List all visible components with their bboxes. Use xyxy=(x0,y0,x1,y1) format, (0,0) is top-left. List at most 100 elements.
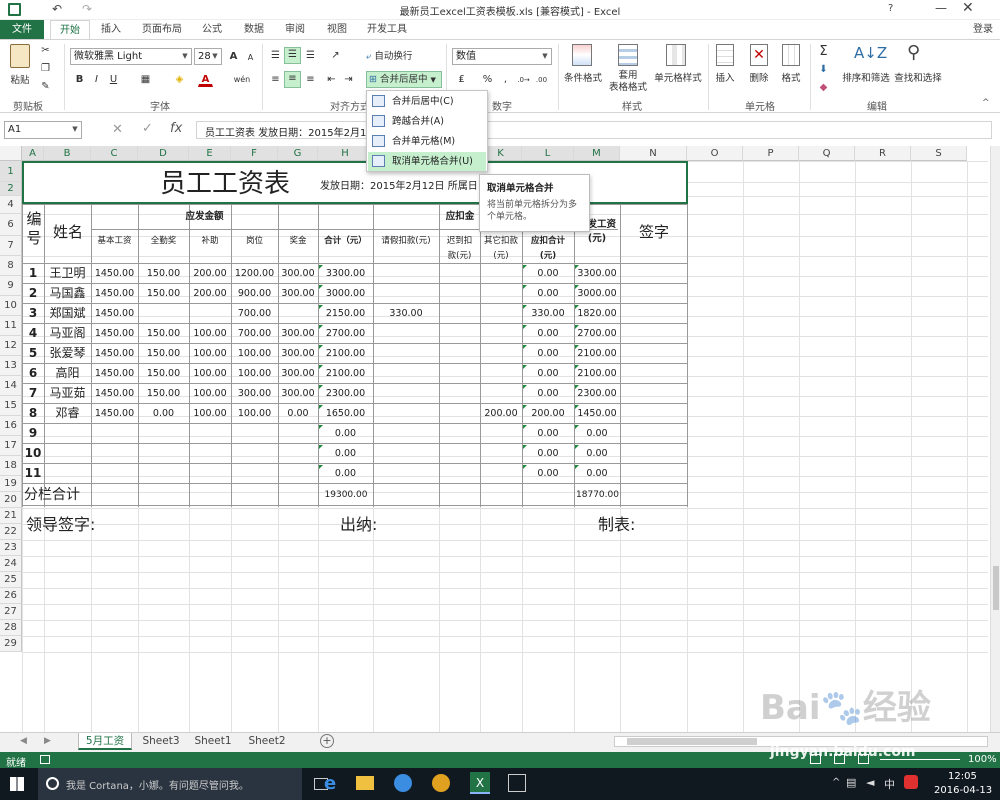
data-cell[interactable] xyxy=(481,424,521,443)
data-cell[interactable] xyxy=(440,344,479,363)
menu-item-merge-center[interactable]: 合并后居中(C) xyxy=(368,92,486,111)
data-cell[interactable] xyxy=(139,304,188,323)
column-header-E[interactable]: E xyxy=(189,146,231,161)
data-cell[interactable]: 330.00 xyxy=(523,304,573,323)
row-number[interactable]: 10 xyxy=(23,444,43,463)
data-cell[interactable]: 700.00 xyxy=(232,304,277,323)
total-label[interactable]: 分栏合计 xyxy=(24,486,94,505)
column-header-N[interactable]: N xyxy=(620,146,687,161)
tab-page-layout[interactable]: 页面布局 xyxy=(135,20,189,39)
sub-header[interactable]: 应扣合计 (元) xyxy=(523,230,573,262)
data-cell[interactable] xyxy=(374,404,438,423)
data-cell[interactable] xyxy=(232,444,277,463)
clock-date[interactable]: 2016-04-13 xyxy=(934,785,992,796)
sheet-tab[interactable]: Sheet2 xyxy=(244,735,290,747)
worksheet-grid[interactable]: ABCDEFGHIJKLMNOPQRS 12467891011121314151… xyxy=(0,146,990,732)
row-header-26[interactable]: 26 xyxy=(0,588,22,604)
data-cell[interactable]: 1450.00 xyxy=(575,404,619,423)
data-cell[interactable] xyxy=(190,444,230,463)
fill-icon[interactable]: ⬇ xyxy=(816,62,831,77)
data-cell[interactable] xyxy=(374,424,438,443)
orientation-icon[interactable]: ↗ xyxy=(328,48,343,63)
row-header-19[interactable]: 19 xyxy=(0,476,22,492)
sub-header[interactable]: 合计（元） xyxy=(319,230,372,262)
row-number[interactable]: 7 xyxy=(23,384,43,403)
data-cell[interactable]: 150.00 xyxy=(139,324,188,343)
tab-file[interactable]: 文件 xyxy=(0,20,44,39)
sub-header[interactable]: 补助 xyxy=(190,230,230,262)
data-cell[interactable]: 2100.00 xyxy=(575,344,619,363)
cut-icon[interactable]: ✂ xyxy=(38,43,53,58)
row-header-2[interactable]: 2 xyxy=(0,182,22,196)
column-header-M[interactable]: M xyxy=(574,146,620,161)
sheet-tab-active[interactable]: 5月工资 xyxy=(78,733,132,750)
tab-insert[interactable]: 插入 xyxy=(94,20,128,39)
menu-item-unmerge-cells[interactable]: 取消单元格合并(U) xyxy=(368,152,486,171)
row-number[interactable]: 6 xyxy=(23,364,43,383)
row-number[interactable]: 9 xyxy=(23,424,43,443)
sheet-tab[interactable]: Sheet3 xyxy=(138,735,184,747)
file-explorer-icon[interactable] xyxy=(356,776,374,790)
font-size-combo[interactable]: 28 ▼ xyxy=(194,48,222,65)
scroll-thumb[interactable] xyxy=(993,566,999,610)
data-cell[interactable]: 700.00 xyxy=(232,324,277,343)
data-cell[interactable] xyxy=(481,364,521,383)
row-header-22[interactable]: 22 xyxy=(0,524,22,540)
column-header-H[interactable]: H xyxy=(318,146,373,161)
data-cell[interactable] xyxy=(440,384,479,403)
data-cell[interactable]: 1450.00 xyxy=(92,324,137,343)
data-cell[interactable]: 0.00 xyxy=(523,444,573,463)
data-cell[interactable]: 0.00 xyxy=(279,404,317,423)
data-cell[interactable]: 3000.00 xyxy=(319,284,372,303)
row-number[interactable]: 8 xyxy=(23,404,43,423)
find-select-button[interactable]: 查找和选择 xyxy=(892,70,944,84)
column-header-A[interactable]: A xyxy=(22,146,44,161)
bold-button[interactable]: B xyxy=(72,72,87,87)
cell-styles-button[interactable]: 单元格样式 xyxy=(652,70,704,84)
employee-name[interactable]: 高阳 xyxy=(45,364,90,383)
cancel-formula-icon[interactable]: ✕ xyxy=(112,122,123,137)
employee-name[interactable]: 马国鑫 xyxy=(45,284,90,303)
data-cell[interactable]: 0.00 xyxy=(139,404,188,423)
delete-cells-icon[interactable]: ✕ xyxy=(750,44,768,66)
data-cell[interactable] xyxy=(190,464,230,483)
data-cell[interactable] xyxy=(440,444,479,463)
header-number[interactable]: 编 号 xyxy=(24,210,44,260)
format-cells-icon[interactable] xyxy=(782,44,800,66)
row-header-4[interactable]: 4 xyxy=(0,196,22,214)
clock-time[interactable]: 12:05 xyxy=(948,771,977,782)
data-cell[interactable]: 1450.00 xyxy=(92,364,137,383)
data-cell[interactable] xyxy=(374,284,438,303)
row-header-7[interactable]: 7 xyxy=(0,236,22,256)
data-cell[interactable]: 2100.00 xyxy=(575,364,619,383)
tab-developer[interactable]: 开发工具 xyxy=(362,20,412,39)
data-cell[interactable]: 100.00 xyxy=(232,404,277,423)
column-header-P[interactable]: P xyxy=(743,146,799,161)
data-cell[interactable] xyxy=(190,304,230,323)
data-cell[interactable]: 2700.00 xyxy=(575,324,619,343)
row-number[interactable]: 11 xyxy=(23,464,43,483)
data-cell[interactable] xyxy=(232,464,277,483)
increase-decimal-icon[interactable]: .0→ xyxy=(516,72,531,87)
header-sign[interactable]: 签字 xyxy=(622,218,686,246)
excel-save-icon[interactable] xyxy=(8,3,21,16)
row-header-24[interactable]: 24 xyxy=(0,556,22,572)
data-cell[interactable]: 300.00 xyxy=(279,364,317,383)
data-cell[interactable]: 200.00 xyxy=(481,404,521,423)
row-header-13[interactable]: 13 xyxy=(0,356,22,376)
paste-button[interactable]: 粘贴 xyxy=(6,72,34,86)
data-cell[interactable]: 200.00 xyxy=(190,264,230,283)
sogou-icon[interactable] xyxy=(904,775,918,789)
data-cell[interactable] xyxy=(440,324,479,343)
employee-name[interactable]: 郑国斌 xyxy=(45,304,90,323)
data-cell[interactable]: 200.00 xyxy=(190,284,230,303)
excel-taskbar-icon[interactable]: X xyxy=(470,772,490,794)
row-header-28[interactable]: 28 xyxy=(0,620,22,636)
data-cell[interactable]: 0.00 xyxy=(523,284,573,303)
row-header-10[interactable]: 10 xyxy=(0,296,22,316)
column-header-D[interactable]: D xyxy=(138,146,189,161)
data-cell[interactable]: 0.00 xyxy=(575,444,619,463)
data-cell[interactable]: 0.00 xyxy=(319,444,372,463)
increase-indent-icon[interactable]: ⇥ xyxy=(341,72,356,87)
data-cell[interactable]: 100.00 xyxy=(232,364,277,383)
